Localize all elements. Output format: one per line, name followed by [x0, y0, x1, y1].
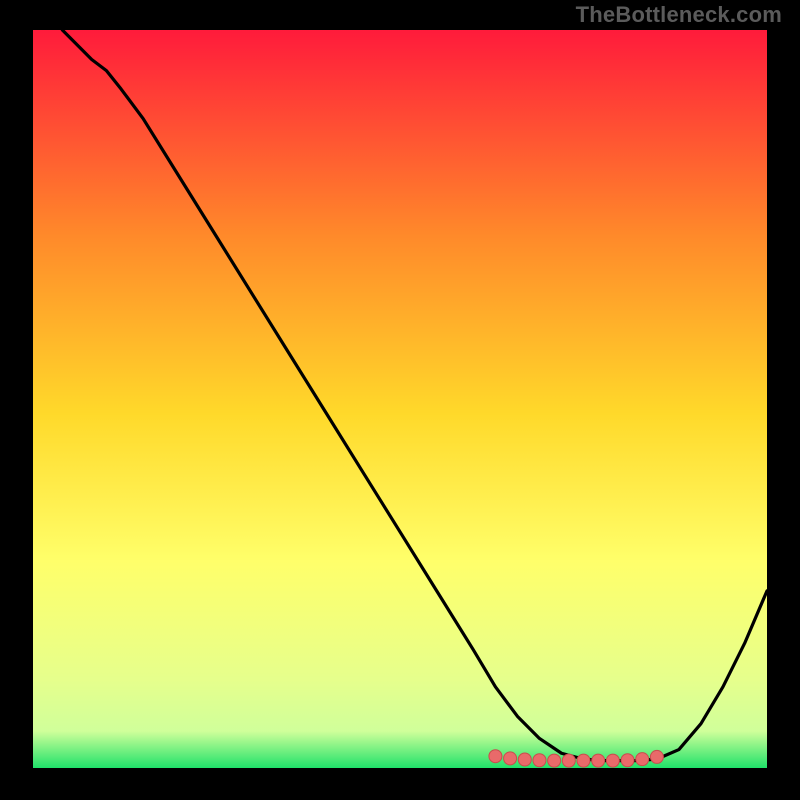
bottleneck-curve-chart — [33, 30, 767, 768]
highlight-dot — [621, 754, 634, 767]
gradient-background — [33, 30, 767, 768]
highlight-dot — [489, 750, 502, 763]
highlight-dot — [650, 750, 663, 763]
highlight-dot — [592, 754, 605, 767]
highlight-dot — [533, 754, 546, 767]
highlight-dot — [518, 753, 531, 766]
highlight-dot — [548, 754, 561, 767]
highlight-dot — [562, 754, 575, 767]
highlight-dot — [606, 754, 619, 767]
highlight-dot — [577, 754, 590, 767]
highlight-dot — [636, 753, 649, 766]
chart-frame: TheBottleneck.com — [0, 0, 800, 800]
highlight-dot — [504, 752, 517, 765]
watermark-text: TheBottleneck.com — [576, 2, 782, 28]
plot-area — [33, 30, 767, 768]
